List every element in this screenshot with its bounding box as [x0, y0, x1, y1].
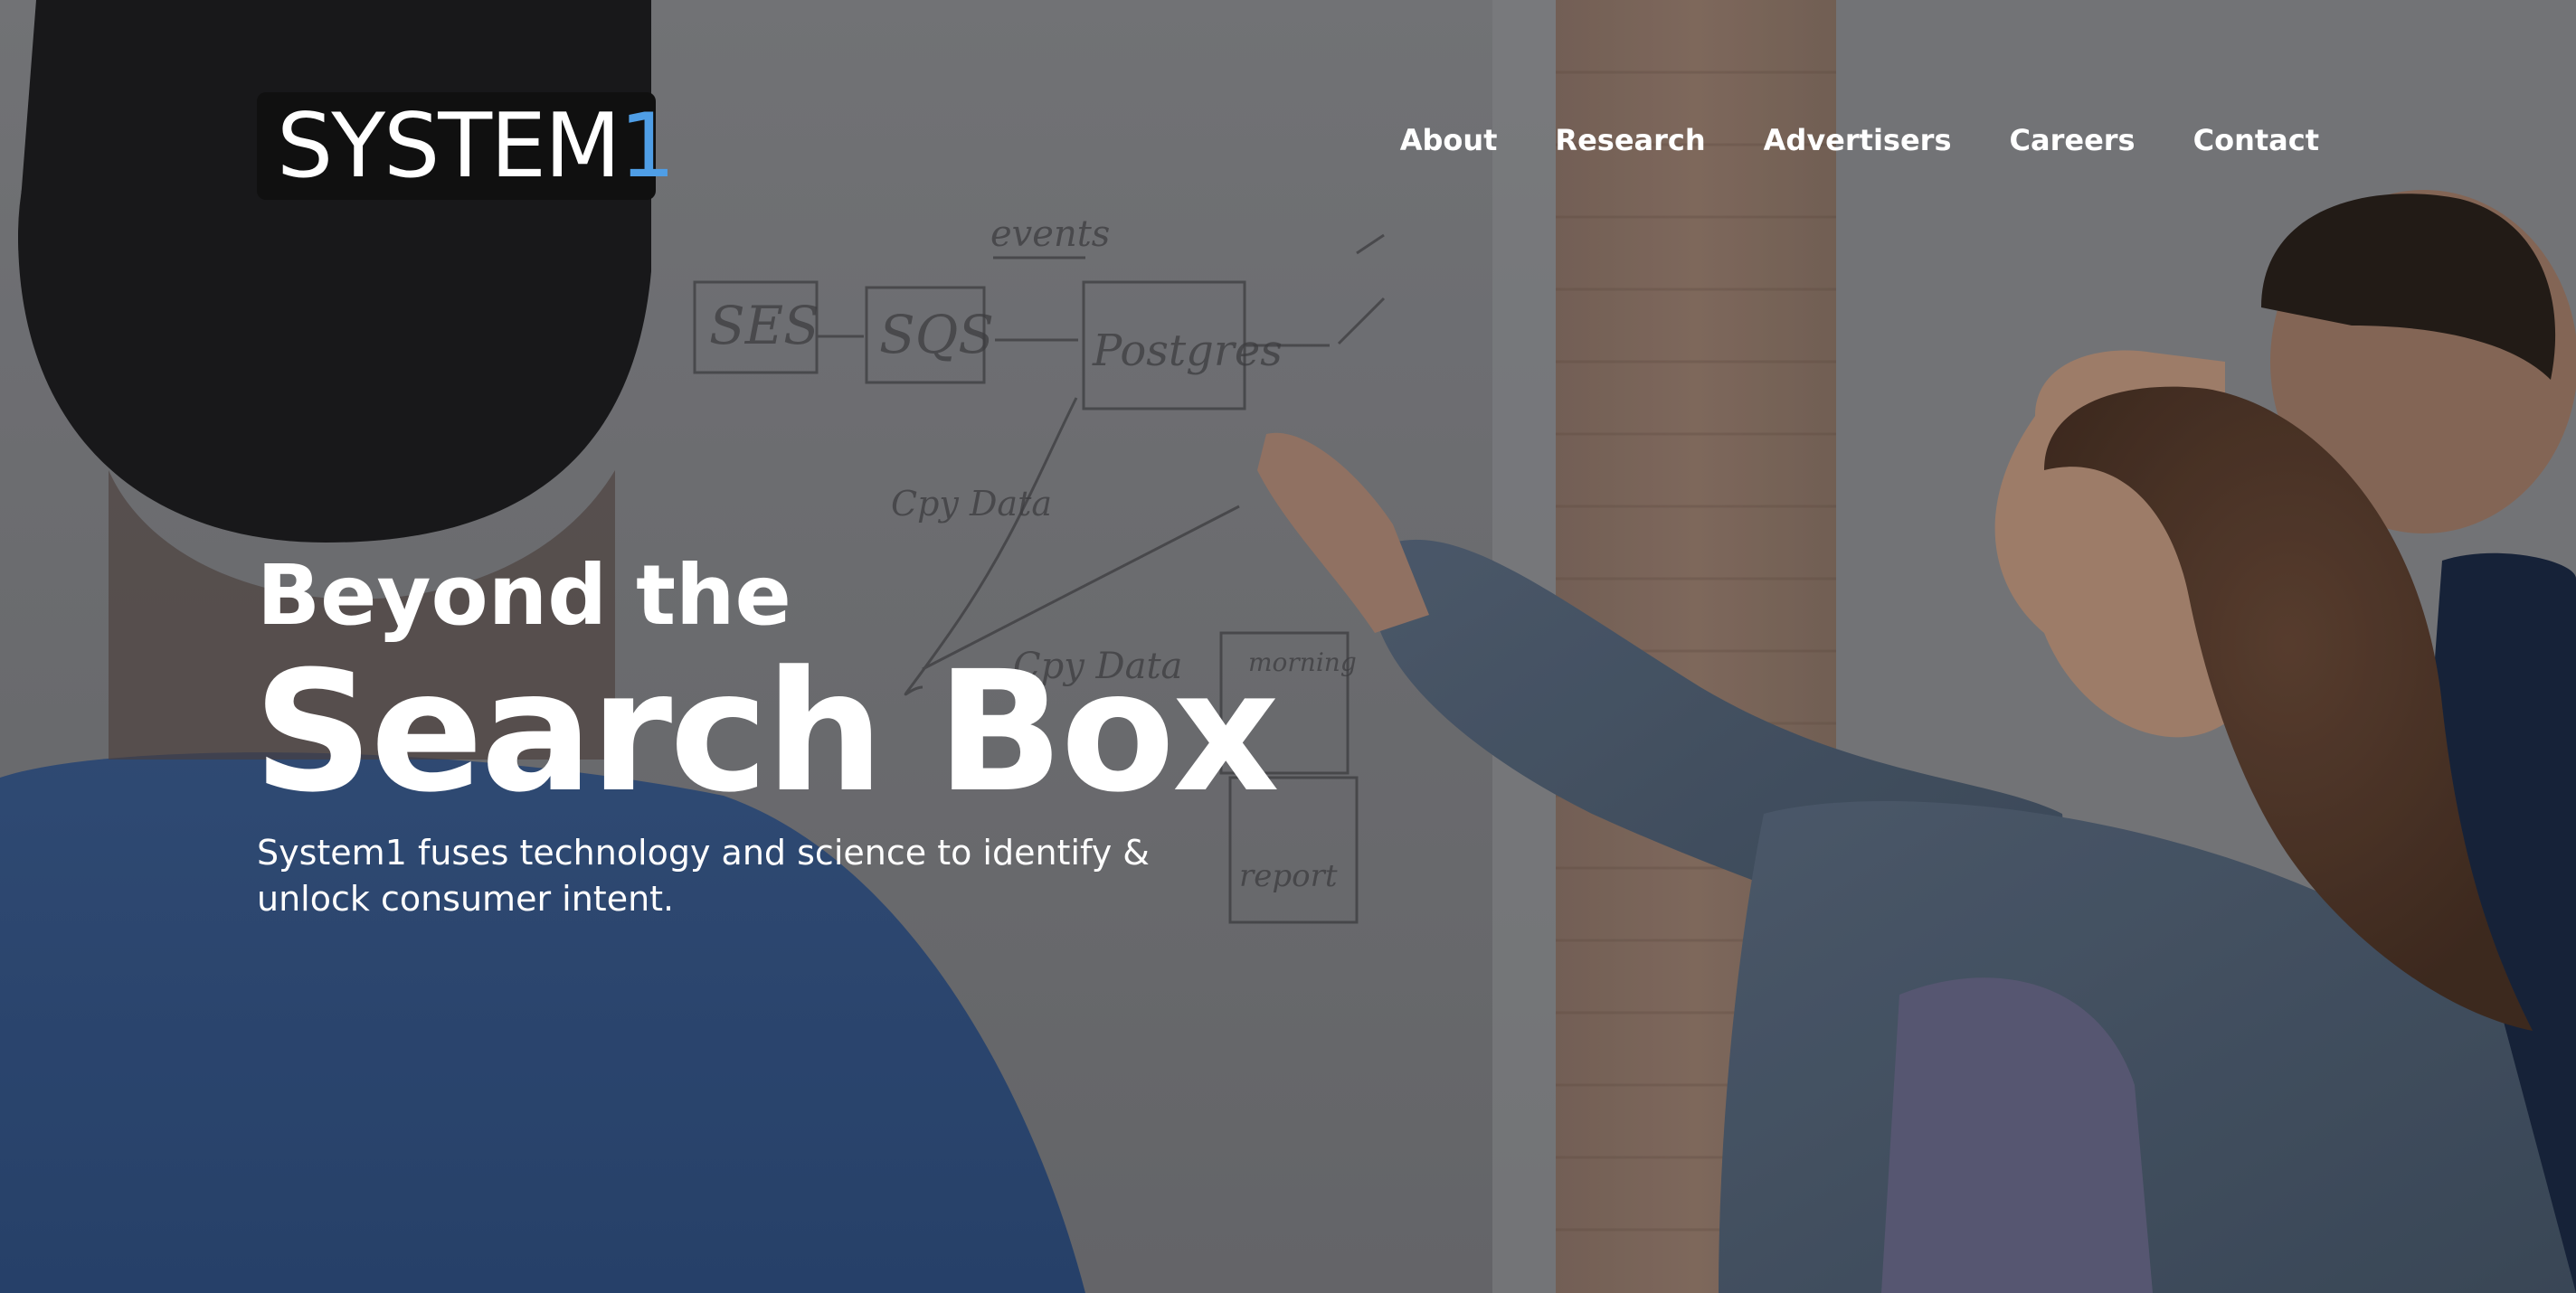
hero-subtext: System1 fuses technology and science to … — [257, 833, 1150, 920]
nav-item-research[interactable]: Research — [1555, 123, 1705, 157]
main-navigation: About Research Advertisers Careers Conta… — [1400, 123, 2319, 157]
nav-item-advertisers[interactable]: Advertisers — [1764, 123, 1952, 157]
nav-item-careers[interactable]: Careers — [2010, 123, 2136, 157]
system1-logo[interactable]: SYSTEM 1 — [257, 92, 676, 200]
hero-headline-line1: Beyond the — [257, 547, 791, 644]
logo-text-accent: 1 — [619, 94, 676, 198]
nav-item-about[interactable]: About — [1400, 123, 1498, 157]
hero-headline-line2: Search Box — [253, 636, 1280, 829]
logo-wordmark: SYSTEM 1 — [277, 94, 676, 198]
hero-section: SES SQS Postgres events Cpy Data Cpy Dat… — [0, 0, 2576, 1293]
logo-text-main: SYSTEM — [277, 94, 621, 198]
nav-item-contact[interactable]: Contact — [2193, 123, 2319, 157]
